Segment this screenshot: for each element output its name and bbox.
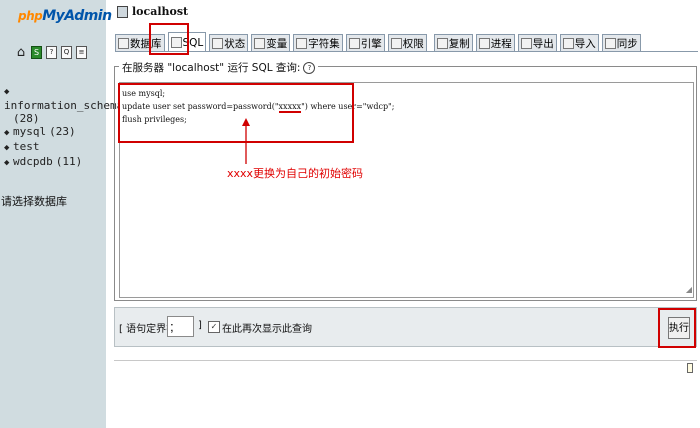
table-count: (23) [49, 125, 76, 138]
bullet-icon: ◆ [4, 158, 10, 168]
import-icon [562, 38, 574, 49]
query-window-icon[interactable]: Q [61, 46, 72, 59]
tab-export[interactable]: 导出 [517, 34, 557, 52]
export-icon [520, 38, 532, 49]
database-item[interactable]: ◆ test [4, 140, 123, 155]
database-list: ◆information_schema (28) ◆ mysql (23) ◆ test… [4, 84, 123, 170]
tab-import[interactable]: 导入 [559, 34, 599, 52]
footer-divider [114, 360, 697, 361]
sync-icon [604, 38, 616, 49]
tab-variables[interactable]: 变量 [251, 34, 291, 52]
annotation-text: xxxx更换为自己的初始密码 [227, 167, 364, 180]
sql-window-icon[interactable]: S [31, 46, 42, 59]
database-name[interactable]: mysql [13, 125, 46, 138]
settings-icon[interactable]: ≡ [76, 46, 87, 59]
tab-replication[interactable]: 复制 [433, 34, 473, 52]
help-icon[interactable]: ? [303, 61, 316, 74]
server-icon [117, 5, 128, 18]
database-name[interactable]: information_schema [4, 99, 123, 112]
bullet-icon: ◆ [4, 87, 10, 97]
database-item[interactable]: ◆ information_schema (28) [4, 84, 123, 125]
phpmyadmin-logo[interactable]: phpMyAdmin [18, 8, 112, 24]
bullet-icon: ◆ [4, 128, 10, 138]
docs-icon[interactable]: ? [46, 46, 57, 59]
table-count: (28) [13, 112, 40, 125]
database-item[interactable]: ◆ mysql (23) [4, 125, 123, 140]
delimiter-input[interactable] [167, 316, 194, 337]
nav-quick-icons: ⌂ S ? Q ≡ [15, 46, 87, 59]
privileges-icon [390, 38, 402, 49]
server-name[interactable]: localhost [132, 5, 188, 18]
database-name[interactable]: wdcpdb [13, 155, 53, 168]
tab-charsets[interactable]: 字符集 [293, 34, 343, 52]
tab-bar-underline [115, 51, 698, 52]
tab-synchronize[interactable]: 同步 [601, 34, 641, 52]
database-item[interactable]: ◆ wdcpdb (11) [4, 155, 123, 170]
scroll-handle[interactable] [687, 363, 693, 373]
bullet-icon: ◆ [4, 143, 10, 153]
server-tab-bar: 数据库 SQL 状态 变量 字符集 引擎 权限 复制 进程 导出 导入 同步 [115, 30, 644, 52]
server-breadcrumb: localhost [117, 5, 188, 18]
tab-status[interactable]: 状态 [209, 34, 249, 52]
replication-icon [436, 38, 448, 49]
annotation-highlight-sql-tab [149, 23, 189, 55]
tab-privileges[interactable]: 权限 [387, 34, 427, 52]
tab-processes[interactable]: 进程 [475, 34, 515, 52]
tab-engines[interactable]: 引擎 [345, 34, 385, 52]
annotation-highlight-go-button [658, 308, 696, 348]
process-icon [478, 38, 490, 49]
annotation-arrow-icon [242, 118, 250, 164]
resize-grip-icon[interactable]: ◢ [686, 283, 692, 296]
database-name[interactable]: test [13, 140, 40, 153]
variables-icon [254, 38, 266, 49]
show-query-again-label: 在此再次显示此查询 [222, 324, 312, 335]
sql-query-legend: 在服务器 "localhost" 运行 SQL 查询: ? [119, 60, 319, 75]
left-navigation-panel: phpMyAdmin ⌂ S ? Q ≡ ◆ information_schema… [0, 0, 123, 428]
choose-database-hint: 请选择数据库 [1, 195, 67, 208]
home-icon[interactable]: ⌂ [15, 46, 27, 59]
charset-icon [296, 38, 308, 49]
show-query-again-checkbox[interactable]: ✓ [208, 321, 220, 333]
database-icon [118, 38, 129, 49]
status-icon [212, 38, 224, 49]
delimiter-close-bracket: ] [198, 320, 202, 331]
annotation-highlight-sql-code [118, 83, 354, 143]
table-count: (11) [55, 155, 83, 168]
engine-icon [348, 38, 360, 49]
